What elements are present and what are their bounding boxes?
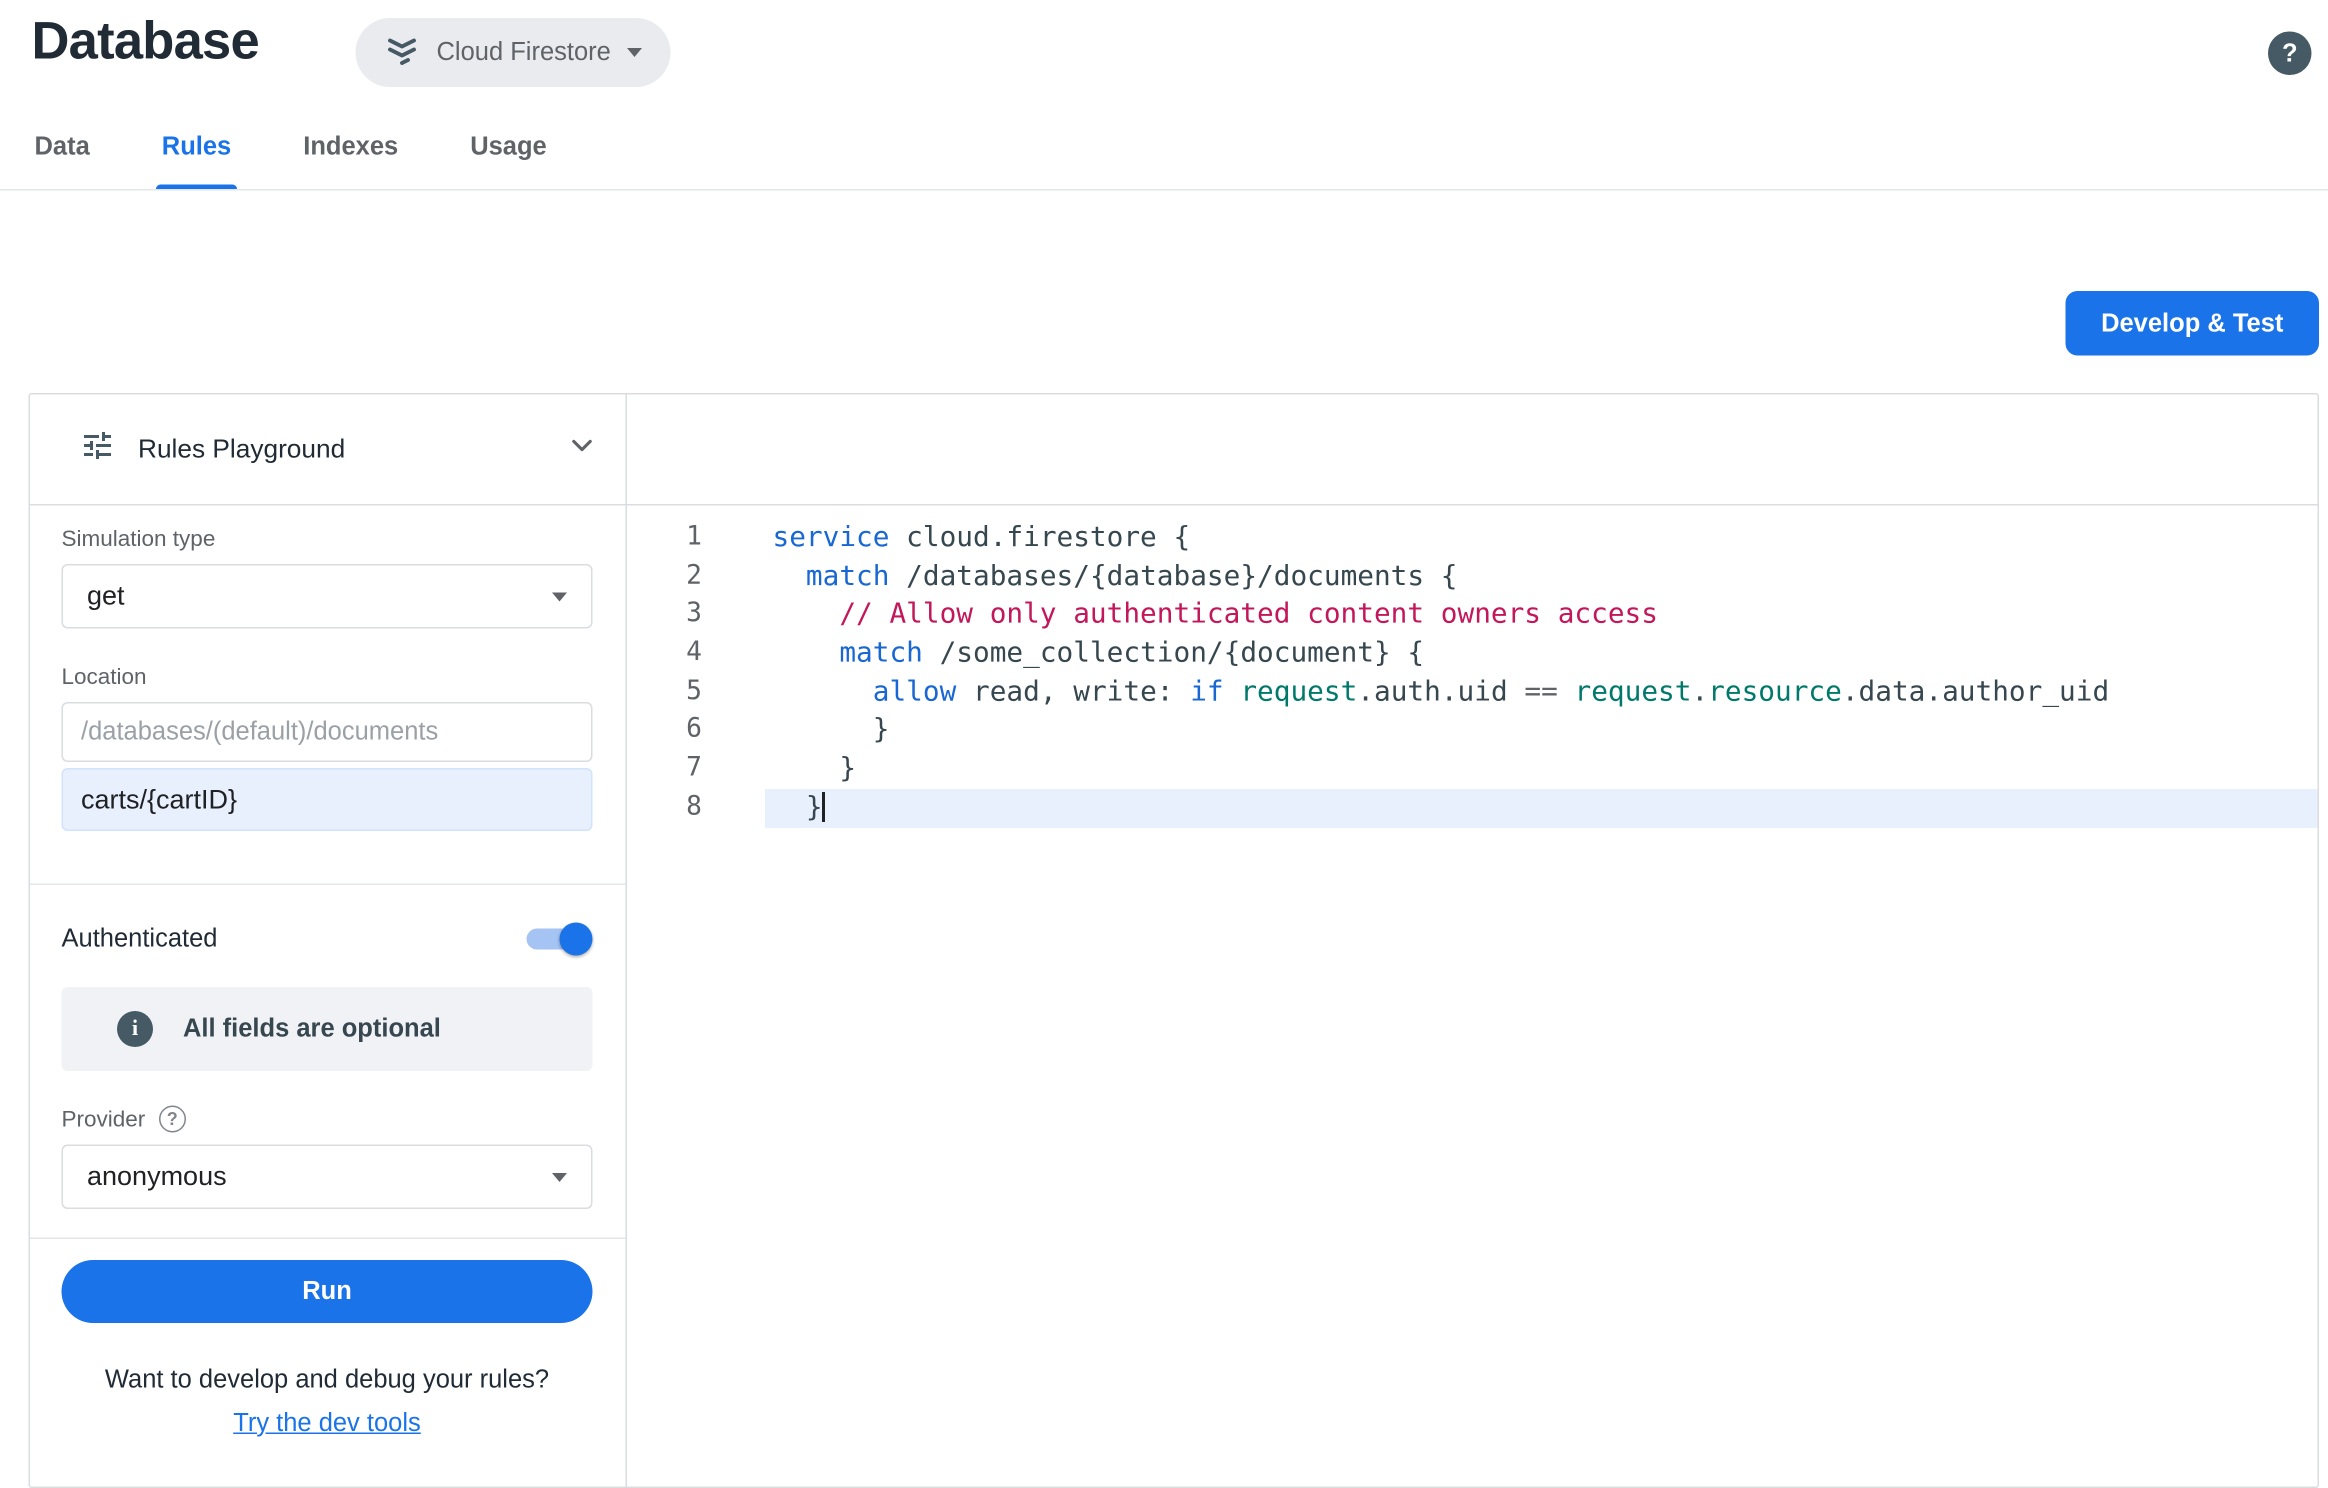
code-line-text[interactable]: } <box>765 712 2318 751</box>
provider-value: anonymous <box>87 1161 227 1193</box>
question-circle-icon[interactable]: ? <box>159 1106 186 1133</box>
code-line-text[interactable]: match /databases/{database}/documents { <box>765 558 2318 597</box>
code-line[interactable]: 6 } <box>627 712 2318 751</box>
tabs-divider <box>0 189 2328 191</box>
tab-bar: Data Rules Indexes Usage <box>32 132 550 189</box>
page-title: Database <box>32 12 259 72</box>
chevron-down-icon[interactable] <box>566 429 599 470</box>
code-line-text[interactable]: service cloud.firestore { <box>765 519 2318 558</box>
toggle-knob <box>560 923 593 956</box>
tab-rules[interactable]: Rules <box>159 132 234 189</box>
help-icon[interactable]: ? <box>2268 32 2312 76</box>
tune-icon <box>80 428 116 472</box>
develop-test-button[interactable]: Develop & Test <box>2066 291 2320 356</box>
code-line-text[interactable]: // Allow only authenticated content owne… <box>765 596 2318 635</box>
sidebar-divider <box>30 884 626 886</box>
provider-select[interactable]: anonymous <box>62 1145 593 1210</box>
code-line[interactable]: 7 } <box>627 750 2318 789</box>
dev-tools-question: Want to develop and debug your rules? <box>62 1365 593 1395</box>
info-banner: i All fields are optional <box>62 987 593 1071</box>
simulation-type-value: get <box>87 581 125 613</box>
code-line-text[interactable]: } <box>765 789 2318 828</box>
line-number: 3 <box>627 596 765 635</box>
firebase-database-page: Database Cloud Firestore ? Data Rules In… <box>0 0 2328 1473</box>
simulation-type-select[interactable]: get <box>62 564 593 629</box>
product-selector-dropdown[interactable]: Cloud Firestore <box>356 18 671 87</box>
select-caret-icon <box>552 592 567 601</box>
product-selector-label: Cloud Firestore <box>437 38 611 68</box>
line-number: 6 <box>627 712 765 751</box>
info-text: All fields are optional <box>183 1014 441 1044</box>
code-line-text[interactable]: allow read, write: if request.auth.uid =… <box>765 673 2318 712</box>
info-icon: i <box>117 1011 153 1047</box>
authenticated-toggle[interactable] <box>522 921 593 957</box>
tab-data[interactable]: Data <box>32 132 93 189</box>
code-line[interactable]: 2 match /databases/{database}/documents … <box>627 558 2318 597</box>
tab-indexes[interactable]: Indexes <box>300 132 401 189</box>
code-line[interactable]: 8 } <box>627 789 2318 828</box>
code-editor-lines: 1service cloud.firestore {2 match /datab… <box>627 519 2318 827</box>
code-line[interactable]: 1service cloud.firestore { <box>627 519 2318 558</box>
code-line[interactable]: 5 allow read, write: if request.auth.uid… <box>627 673 2318 712</box>
select-caret-icon <box>552 1172 567 1181</box>
location-input[interactable]: carts/{cartID} <box>62 768 593 831</box>
code-line[interactable]: 4 match /some_collection/{document} { <box>627 635 2318 674</box>
caret-down-icon <box>627 48 642 57</box>
code-line-text[interactable]: match /some_collection/{document} { <box>765 635 2318 674</box>
text-cursor <box>823 792 826 822</box>
line-number: 7 <box>627 750 765 789</box>
authenticated-row: Authenticated <box>62 921 593 957</box>
sidebar-divider <box>30 1238 626 1240</box>
line-number: 2 <box>627 558 765 597</box>
location-label: Location <box>62 665 593 691</box>
run-button[interactable]: Run <box>62 1260 593 1323</box>
line-number: 8 <box>627 789 765 828</box>
firestore-icon <box>384 31 420 75</box>
code-line-text[interactable]: } <box>765 750 2318 789</box>
rules-playground-sidebar: Simulation type get Location /databases/… <box>30 506 627 1487</box>
line-number: 1 <box>627 519 765 558</box>
location-pattern-input[interactable]: /databases/(default)/documents <box>62 702 593 762</box>
line-number: 5 <box>627 673 765 712</box>
rules-code-editor[interactable]: 1service cloud.firestore {2 match /datab… <box>627 506 2318 1487</box>
rules-playground-header[interactable]: Rules Playground <box>30 395 627 506</box>
dev-tools-link[interactable]: Try the dev tools <box>233 1409 421 1438</box>
code-line[interactable]: 3 // Allow only authenticated content ow… <box>627 596 2318 635</box>
provider-label: Provider <box>62 1106 146 1132</box>
editor-toolbar <box>627 395 2318 506</box>
line-number: 4 <box>627 635 765 674</box>
provider-label-row: Provider ? <box>62 1106 593 1133</box>
authenticated-label: Authenticated <box>62 924 218 954</box>
rules-playground-title: Rules Playground <box>138 434 543 466</box>
simulation-type-label: Simulation type <box>62 527 593 553</box>
tab-usage[interactable]: Usage <box>467 132 550 189</box>
rules-panel: Rules Playground Simulation type get Loc… <box>29 393 2320 1488</box>
